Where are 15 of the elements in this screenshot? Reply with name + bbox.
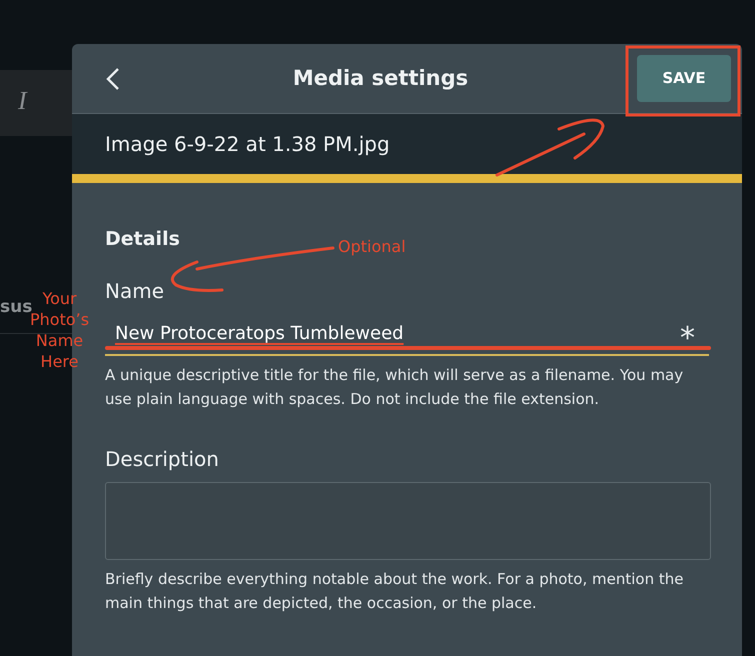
field-label: Name <box>105 278 166 304</box>
annotation-label: Your Photo’s Name Here <box>30 288 90 372</box>
save-button[interactable]: SAVE <box>636 55 731 102</box>
description-field[interactable] <box>105 482 711 560</box>
required-mark: * <box>680 324 695 354</box>
annotation-label: Optional <box>338 236 406 257</box>
italic-icon[interactable]: I <box>18 86 27 116</box>
file-name: Image 6-9-22 at 1.38 PM.jpg <box>105 131 390 158</box>
dialog-title: Media settings <box>292 64 468 92</box>
help-text: Briefly describe everything notable about the work. For a photo, mention the main things that are depicted, the occasion, or the place. <box>105 568 684 614</box>
help-text: A unique descriptive title for the file, which will serve as a filename. You may use plain language with spaces. Do not include the file extension. <box>105 364 684 410</box>
name-field[interactable]: New Protoceratops Tumbleweed <box>115 320 680 347</box>
field-label: Description <box>105 446 220 472</box>
section-heading: Details <box>105 227 180 252</box>
background-text: sus <box>0 296 32 317</box>
